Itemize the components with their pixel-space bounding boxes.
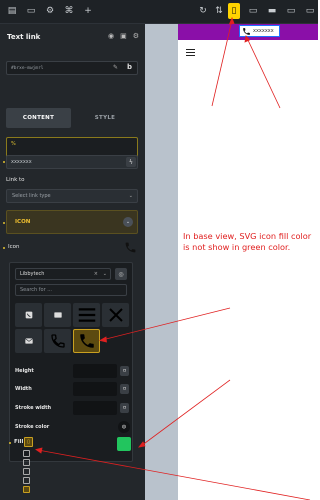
link-type-select[interactable]: Select link type ⌄ xyxy=(6,189,138,203)
text-link-element[interactable]: xxxxxxx xyxy=(239,25,280,37)
icon-option-menu[interactable] xyxy=(73,303,100,327)
color-picker-icon[interactable]: ◍ xyxy=(118,421,130,433)
icon-option-phone-selected[interactable] xyxy=(73,329,100,353)
refresh-icon[interactable]: ↻ xyxy=(197,5,209,17)
library-value: Libbytech xyxy=(20,271,45,277)
menu-icon[interactable] xyxy=(186,49,195,56)
brush-icon[interactable]: ✎ xyxy=(113,64,118,71)
arrows-icon[interactable]: ⇅ xyxy=(213,5,225,17)
icon-search-input[interactable]: Search for ... xyxy=(15,284,127,296)
tablet-icon[interactable] xyxy=(23,468,30,475)
modified-dot xyxy=(3,161,5,163)
breakpoint-mobile-icon[interactable]: ▯ xyxy=(24,437,33,447)
settings-icon[interactable]: ⚙ xyxy=(44,5,56,17)
breakpoint-icons xyxy=(23,450,30,493)
icon-option-phone-square[interactable] xyxy=(15,303,42,327)
height-label: Height xyxy=(15,368,34,374)
chevron-down-icon: ⌄ xyxy=(102,271,107,277)
chevron-down-icon: ⌄ xyxy=(128,193,133,199)
canvas-gutter xyxy=(145,24,178,500)
height-input[interactable] xyxy=(73,364,117,378)
monitor-icon[interactable]: ▭ xyxy=(304,5,316,17)
laptop-icon[interactable]: ▬ xyxy=(266,5,278,17)
icon-option-close[interactable] xyxy=(102,303,129,327)
dynamic-data-icon[interactable]: ϟ xyxy=(126,157,136,167)
link-to-label: Link to xyxy=(6,177,25,183)
phone-icon xyxy=(243,27,250,35)
stroke-color-label: Stroke color xyxy=(15,424,50,430)
folder-icon[interactable]: ▭ xyxy=(25,5,37,17)
gear-icon[interactable]: ⚙ xyxy=(133,32,139,40)
mobile-portrait-icon[interactable]: ▯ xyxy=(228,3,240,19)
stroke-width-input[interactable] xyxy=(73,401,117,415)
fill-label: Fill xyxy=(14,439,24,445)
element-id-field[interactable]: #brxe-mwjmrl xyxy=(6,61,138,75)
panel-header-icons: ◉ ▣ ⚙ xyxy=(108,32,139,40)
modified-dot xyxy=(3,222,5,224)
panel-title: Text link xyxy=(7,33,41,41)
bold-icon[interactable]: b xyxy=(127,63,132,71)
add-icon[interactable]: + xyxy=(82,5,94,17)
width-label: Width xyxy=(15,386,32,392)
icon-option-chat[interactable] xyxy=(44,303,71,327)
mobile-icon[interactable] xyxy=(23,486,30,493)
unit-icon[interactable]: ʊ xyxy=(120,366,129,376)
annotation-text: In base view, SVG icon fill color is not… xyxy=(183,231,312,252)
modified-dot xyxy=(9,442,11,444)
eye-icon[interactable]: ◉ xyxy=(108,32,114,40)
fill-color-swatch[interactable] xyxy=(117,437,131,451)
layers-icon[interactable]: ▤ xyxy=(6,5,18,17)
unit-icon[interactable]: ʊ xyxy=(120,403,129,413)
link-text: xxxxxxx xyxy=(253,28,274,34)
icon-grid xyxy=(15,303,131,353)
tab-style[interactable]: STYLE xyxy=(72,108,138,128)
code-value: % xyxy=(11,141,16,147)
modified-dot xyxy=(3,247,5,249)
clear-icon[interactable]: × xyxy=(94,271,98,277)
icon-label: Icon xyxy=(8,244,20,250)
tablet-icon[interactable]: ▭ xyxy=(247,5,259,17)
link-text-input[interactable]: xxxxxxx xyxy=(6,155,138,169)
save-icon[interactable]: ▣ xyxy=(120,32,127,40)
stroke-width-label: Stroke width xyxy=(15,405,52,411)
icon-picker-popup: Libbytech × ⌄ ◎ Search for ... Height ʊ … xyxy=(9,262,133,462)
chevron-down-icon[interactable]: ⌄ xyxy=(123,217,133,227)
command-icon[interactable]: ⌘ xyxy=(63,5,75,17)
tab-content[interactable]: CONTENT xyxy=(6,108,71,128)
unit-icon[interactable]: ʊ xyxy=(120,384,129,394)
laptop-icon[interactable] xyxy=(23,459,30,466)
icon-option-mail[interactable] xyxy=(15,329,42,353)
canvas-preview xyxy=(178,24,318,500)
icon-section-toggle[interactable]: ICON ⌄ xyxy=(6,210,138,234)
desktop-icon[interactable]: ▭ xyxy=(285,5,297,17)
monitor-icon[interactable] xyxy=(23,450,30,457)
library-select[interactable]: Libbytech × ⌄ xyxy=(15,268,111,280)
phone-icon-preview[interactable] xyxy=(124,241,137,254)
icon-option-phone-outline[interactable] xyxy=(44,329,71,353)
link-type-placeholder: Select link type xyxy=(12,193,51,199)
library-settings-button[interactable]: ◎ xyxy=(115,268,127,280)
icon-section-label: ICON xyxy=(15,219,31,225)
width-input[interactable] xyxy=(73,382,117,396)
top-toolbar: ▤ ▭ ⚙ ⌘ + ↻ ⇅ ▯ ▭ ▬ ▭ ▭ xyxy=(0,0,318,24)
tablet-landscape-icon[interactable] xyxy=(23,477,30,484)
